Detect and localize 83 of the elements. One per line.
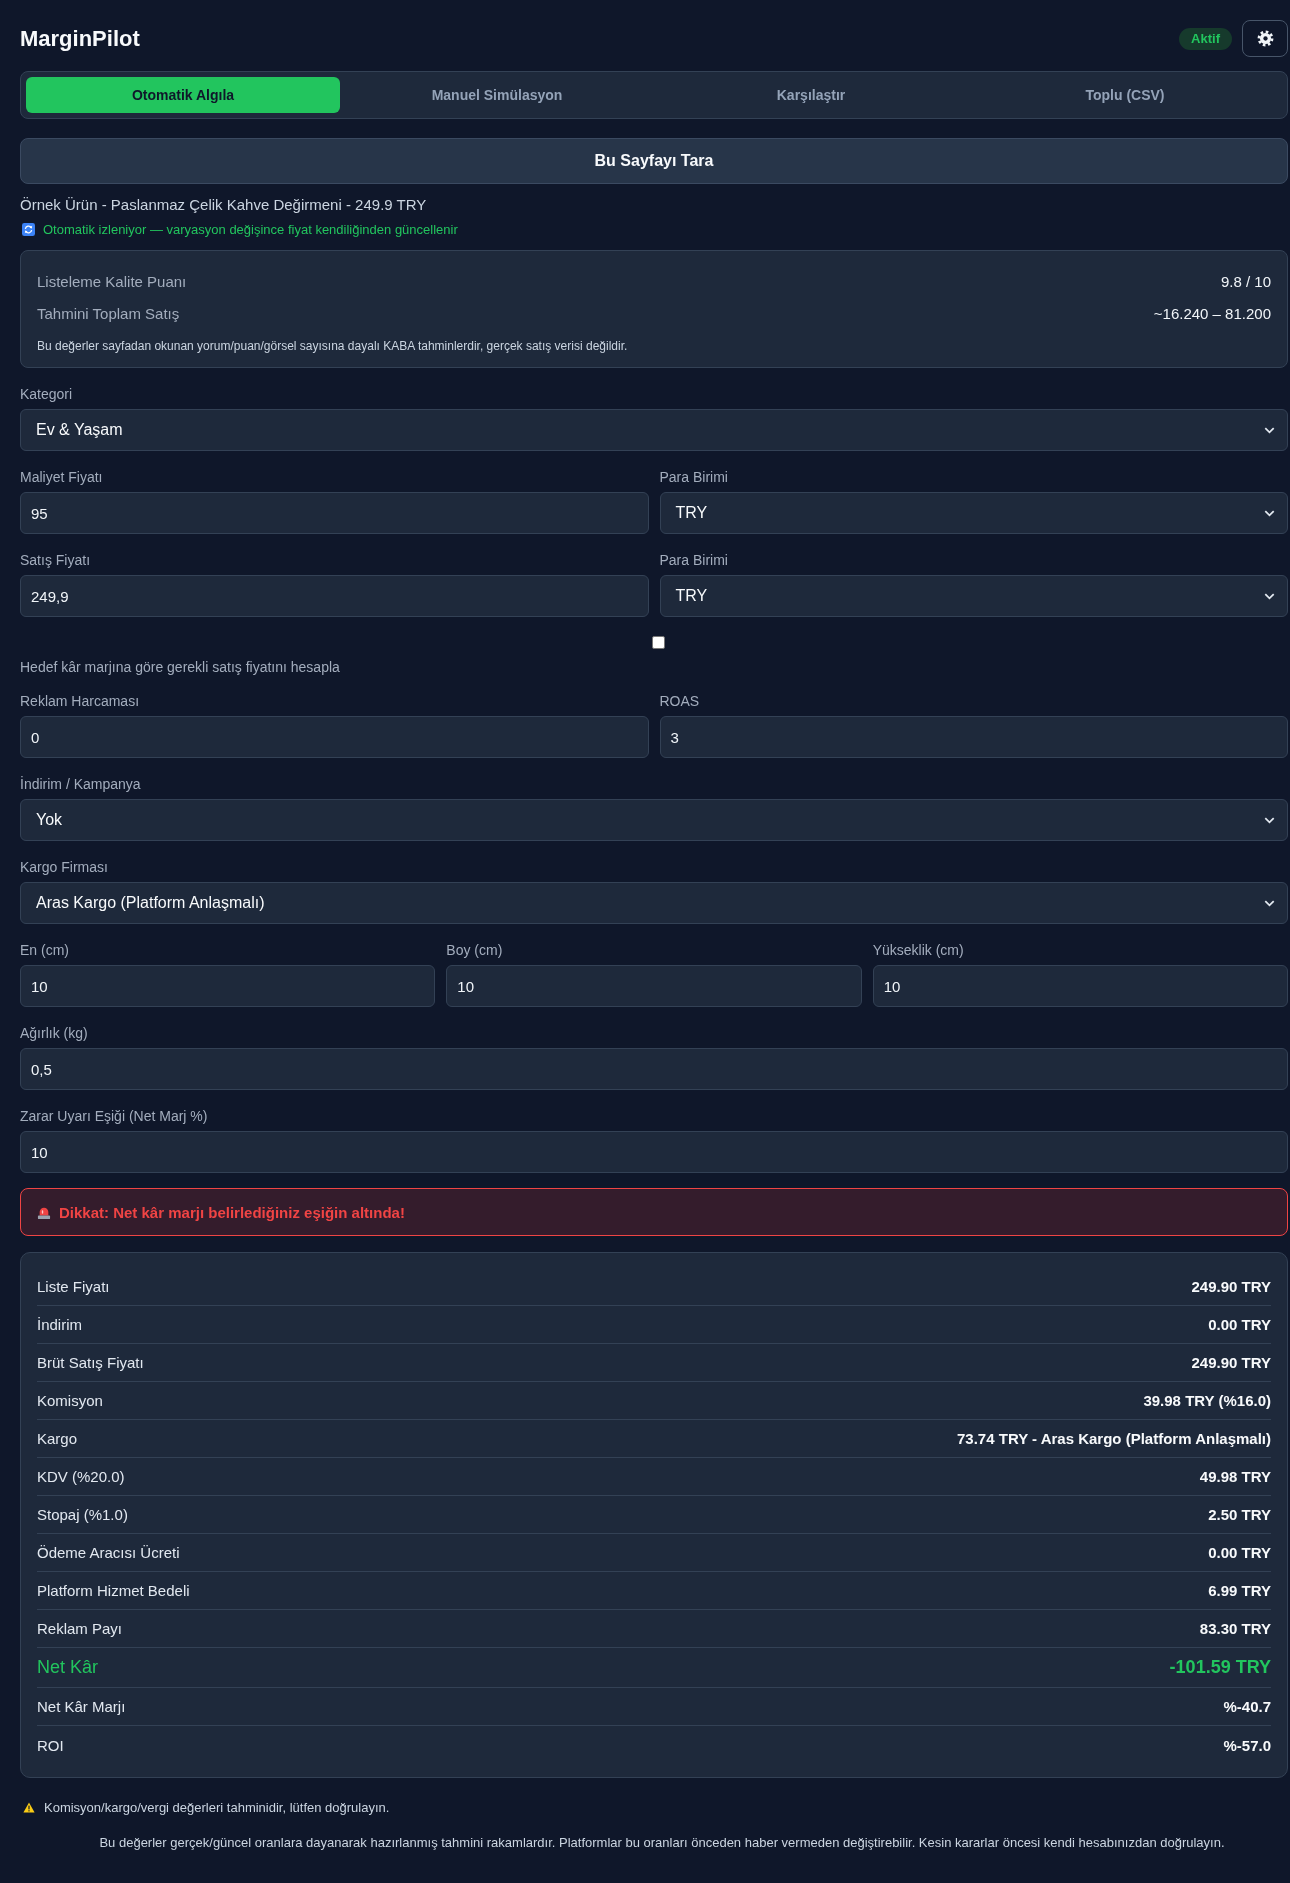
warning-icon <box>23 1802 35 1813</box>
field-label: Zarar Uyarı Eşiği (Net Marj %) <box>20 1108 209 1124</box>
result-label: Platform Hizmet Bedeli <box>37 1582 190 1599</box>
input-field[interactable]: 249,9 <box>20 575 649 617</box>
field-label: Para Birimi <box>659 469 729 485</box>
field-label: Satış Fiyatı <box>20 552 92 568</box>
input-field[interactable]: 0,5 <box>20 1048 1288 1090</box>
field-label: Boy (cm) <box>446 942 504 958</box>
status-badge: Aktif <box>1179 27 1232 50</box>
select-field[interactable]: TRY <box>659 575 1288 617</box>
result-label: KDV (%20.0) <box>37 1468 125 1485</box>
field-label: En (cm) <box>20 942 70 958</box>
chevron-down-icon <box>1264 509 1275 517</box>
input-field[interactable]: 10 <box>872 965 1288 1007</box>
alert-text: Dikkat: Net kâr marjı belirlediğiniz eşiğin altında! <box>59 1203 405 1221</box>
siren-icon <box>37 1205 51 1219</box>
select-field[interactable]: Yok <box>20 799 1288 841</box>
result-value: 6.99 TRY <box>1208 1582 1271 1599</box>
select-field[interactable]: TRY <box>659 492 1288 534</box>
metric-value: ~16.240 – 81.200 <box>1153 304 1271 322</box>
input-field[interactable]: 10 <box>446 965 862 1007</box>
result-value: %-40.7 <box>1223 1698 1271 1715</box>
field-label: Ağırlık (kg) <box>20 1025 89 1041</box>
result-value: 249.90 TRY <box>1191 1354 1271 1371</box>
result-value: 2.50 TRY <box>1208 1506 1271 1523</box>
field-label: Kategori <box>20 386 74 402</box>
disclaimer-text: Bu değerler gerçek/güncel oranlara dayanarak hazırlanmış tahmini rakamlardır. Platformlar bu oranları önceden haber vermeden değiştirebilir. Kesin kararlar öncesi kendi hesabınızdan doğrulayın. <box>98 1834 1226 1851</box>
field-label: Maliyet Fiyatı <box>20 469 104 485</box>
info-note: Bu değerler sayfadan okunan yorum/puan/görsel sayısına dayalı KABA tahminlerdir, gerçek satış verisi değildir. <box>37 338 629 354</box>
tab[interactable]: Karşılaştır <box>654 77 968 113</box>
settings-icon <box>1256 30 1274 47</box>
scan-button[interactable]: Bu Sayfayı Tara <box>20 138 1288 184</box>
tab[interactable]: Toplu (CSV) <box>968 77 1282 113</box>
result-label: Brüt Satış Fiyatı <box>37 1354 144 1371</box>
result-label: Ödeme Aracısı Ücreti <box>37 1544 180 1561</box>
result-label: İndirim <box>37 1316 82 1333</box>
result-value: 0.00 TRY <box>1208 1544 1271 1561</box>
result-value: 83.30 TRY <box>1199 1620 1271 1637</box>
metric-value: 9.8 / 10 <box>1220 272 1271 290</box>
field-label: Yükseklik (cm) <box>872 942 965 958</box>
tab[interactable]: Manuel Simülasyon <box>340 77 654 113</box>
metric-label: Listeleme Kalite Puanı <box>37 272 187 290</box>
result-label: Stopaj (%1.0) <box>37 1506 128 1523</box>
metric-label: Tahmini Toplam Satış <box>37 304 180 322</box>
chevron-down-icon <box>1264 592 1275 600</box>
result-value: 73.74 TRY - Aras Kargo (Platform Anlaşmalı) <box>957 1430 1271 1447</box>
result-label: Net Kâr Marjı <box>37 1698 126 1715</box>
chevron-down-icon <box>1264 816 1275 824</box>
result-label: Net Kâr <box>37 1657 99 1678</box>
result-label: ROI <box>37 1736 64 1754</box>
checkbox[interactable] <box>651 636 665 649</box>
app-title: MarginPilot <box>20 25 140 52</box>
result-value: 39.98 TRY (%16.0) <box>1143 1392 1271 1409</box>
input-field[interactable]: 10 <box>20 1131 1288 1173</box>
result-value: 0.00 TRY <box>1208 1316 1271 1333</box>
field-label: İndirim / Kampanya <box>20 776 142 792</box>
input-field[interactable]: 0 <box>20 716 649 758</box>
input-field[interactable]: 10 <box>20 965 436 1007</box>
select-field[interactable]: Aras Kargo (Platform Anlaşmalı) <box>20 882 1288 924</box>
result-label: Liste Fiyatı <box>37 1278 110 1295</box>
result-value: 249.90 TRY <box>1191 1278 1271 1295</box>
chevron-down-icon <box>1264 426 1275 434</box>
result-label: Komisyon <box>37 1392 103 1409</box>
result-label: Reklam Payı <box>37 1620 123 1637</box>
select-field[interactable]: Ev & Yaşam <box>20 409 1288 451</box>
chevron-down-icon <box>1264 899 1275 907</box>
result-value: -101.59 TRY <box>1169 1657 1271 1678</box>
input-field[interactable]: 3 <box>659 716 1288 758</box>
tracking-status: Otomatik izleniyor — varyasyon değişince fiyat kendiliğinden güncellenir <box>43 221 458 238</box>
field-label: Kargo Firması <box>20 859 109 875</box>
field-label: ROAS <box>659 693 701 709</box>
settings-button[interactable] <box>1242 20 1288 57</box>
product-summary: Örnek Ürün - Paslanmaz Çelik Kahve Değirmeni - 249.9 TRY <box>20 196 428 214</box>
result-value: %-57.0 <box>1223 1736 1271 1754</box>
input-field[interactable]: 95 <box>20 492 649 534</box>
result-value: 49.98 TRY <box>1199 1468 1271 1485</box>
field-label: Para Birimi <box>659 552 729 568</box>
checkbox-label: Hedef kâr marjına göre gerekli satış fiyatını hesapla <box>20 659 340 675</box>
field-label: Reklam Harcaması <box>20 693 141 709</box>
tab[interactable]: Otomatik Algıla <box>26 77 340 113</box>
warning-text: Komisyon/kargo/vergi değerleri tahminidir, lütfen doğrulayın. <box>44 1799 390 1816</box>
result-label: Kargo <box>37 1430 78 1447</box>
refresh-icon <box>22 223 35 236</box>
